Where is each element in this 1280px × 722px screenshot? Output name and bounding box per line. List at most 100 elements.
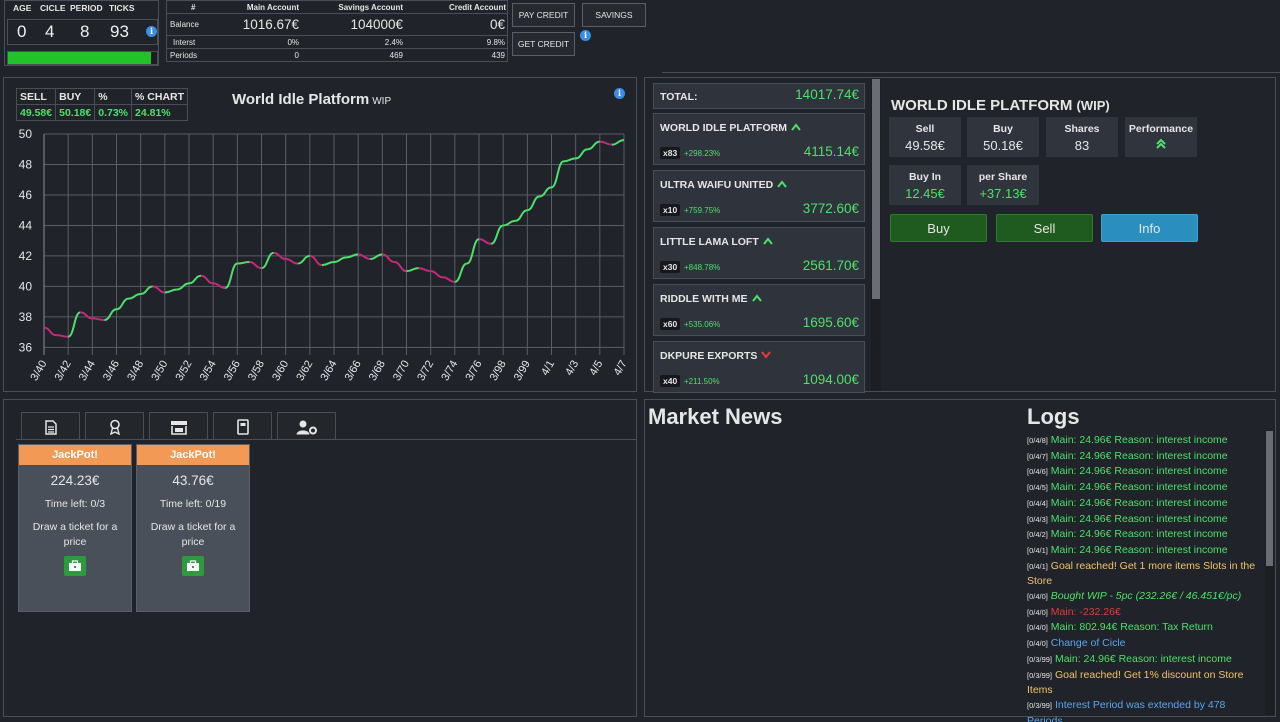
tick-progress-bar (7, 51, 158, 65)
log-entry: [0/3/99] Goal reached! Get 1% discount o… (1027, 668, 1263, 698)
jackpot-card-time: Time left: 0/3 (44, 498, 106, 510)
log-timestamp: [0/4/4] (1027, 498, 1048, 508)
buy-value: 50.18€ (55, 104, 96, 121)
price-line-segment (406, 267, 419, 273)
stock-name-text: RIDDLE WITH ME (660, 293, 748, 305)
accounts-header-row: # Main Account Savings Account Credit Ac… (167, 1, 507, 14)
detail-pershare-value: +37.13€ (979, 186, 1027, 201)
savings-button[interactable]: SAVINGS (582, 3, 646, 27)
jackpot-card-title: JackPot! (137, 445, 249, 465)
price-line-segment (188, 274, 202, 285)
log-message: Main: 24.96€ Reason: interest income (1050, 528, 1228, 541)
x-tick-label: 3/52 (173, 359, 194, 384)
tab-achievements[interactable] (85, 412, 144, 440)
price-line-segment (551, 160, 565, 189)
credit-info-icon[interactable]: i (580, 30, 591, 41)
stock-gain-pct: +298.23% (684, 149, 721, 158)
stock-item[interactable]: WORLD IDLE PLATFORM x83 +298.23% 4115.14€ (653, 113, 865, 165)
price-line-segment (261, 251, 274, 270)
stock-list-scroll-thumb[interactable] (872, 79, 880, 299)
log-entry: [0/4/0] Change of Cicle (1027, 636, 1263, 652)
price-line-segment (200, 274, 214, 285)
buy-button[interactable]: Buy (890, 214, 987, 242)
stock-item[interactable]: LITTLE LAMA LOFT x30 +848.78% 2561.70€ (653, 227, 865, 279)
y-tick-label: 50 (19, 127, 33, 141)
price-line-segment (454, 262, 468, 283)
log-timestamp: [0/4/0] (1027, 623, 1048, 633)
briefcase-icon (69, 560, 81, 571)
price-line-segment (80, 311, 93, 320)
log-entry: [0/4/0] Main: 802.94€ Reason: Tax Return (1027, 620, 1263, 636)
detail-buy-label: Buy (993, 123, 1013, 135)
x-tick-label: 3/46 (101, 359, 122, 384)
age-value: 0 (17, 22, 27, 41)
jackpot-card-amount: 43.76€ (172, 473, 214, 488)
log-message: Main: 24.96€ Reason: interest income (1050, 512, 1228, 525)
interest-row: Interst 0% 2.4% 9.8% (167, 36, 507, 49)
savings-account-header: Savings Account (338, 3, 403, 12)
main-periods: 0 (294, 51, 299, 60)
stock-item[interactable]: ULTRA WAIFU UNITED x10 +759.75% 3772.60€ (653, 170, 865, 222)
stock-list-scrollbar[interactable] (871, 78, 881, 391)
price-line-segment (164, 288, 177, 294)
chart-info-icon[interactable]: i (614, 88, 625, 99)
tick-progress-fill (8, 52, 152, 64)
log-timestamp: [0/4/0] (1027, 639, 1048, 649)
pct-value: 0.73% (94, 104, 133, 121)
stock-item[interactable]: RIDDLE WITH ME x60 +535.06% 1695.60€ (653, 284, 865, 336)
log-message: Main: 24.96€ Reason: interest income (1050, 465, 1228, 478)
log-entry: [0/4/1] Goal reached! Get 1 more items S… (1027, 559, 1263, 589)
tab-store[interactable] (149, 412, 208, 440)
total-label: TOTAL: (660, 91, 698, 103)
log-timestamp: [0/4/5] (1027, 483, 1048, 493)
portfolio-panel: TOTAL: 14017.74€ WORLD IDLE PLATFORM x83 +… (644, 77, 1276, 393)
x-tick-label: 3/68 (367, 359, 388, 384)
log-entry: [0/4/5] Main: 24.96€ Reason: interest in… (1027, 480, 1263, 496)
y-tick-label: 40 (19, 279, 33, 293)
periods-label: Periods (170, 51, 198, 60)
main-account-header: Main Account (246, 3, 299, 12)
log-scrollbar[interactable] (1265, 430, 1274, 715)
x-tick-label: 3/44 (77, 359, 98, 384)
draw-ticket-button[interactable] (182, 556, 204, 576)
sell-header: SELL (15, 88, 57, 105)
chart-title-tag: WIP (372, 96, 392, 107)
accounts-table: # Main Account Savings Account Credit Ac… (166, 0, 508, 62)
chart-title-text: World Idle Platform (232, 91, 370, 108)
get-credit-button[interactable]: GET CREDIT (512, 32, 575, 56)
log-timestamp: [0/3/99] (1027, 670, 1053, 680)
jackpot-card-title: JackPot! (19, 445, 131, 465)
info-button[interactable]: Info (1101, 214, 1198, 242)
price-line-segment (249, 261, 262, 270)
market-news-title: Market News (648, 404, 783, 429)
log-entry: [0/4/3] Main: 24.96€ Reason: interest in… (1027, 512, 1263, 528)
stock-item[interactable]: DKPURE EXPORTS x40 +211.50% 1094.00€ (653, 341, 865, 393)
file-icon (45, 420, 57, 435)
tab-documents[interactable] (21, 412, 80, 440)
savings-interest: 2.4% (384, 38, 403, 47)
draw-ticket-button[interactable] (64, 556, 86, 576)
news-logs-panel: Market News Logs [0/4/8] Main: 24.96€ Re… (644, 399, 1276, 722)
x-tick-label: 3/60 (270, 359, 291, 384)
detail-buy-value: 50.18€ (983, 138, 1023, 153)
price-line-segment (116, 297, 129, 311)
sell-button[interactable]: Sell (996, 214, 1093, 242)
detail-shares-value: 83 (1074, 138, 1090, 153)
credit-account-header: Credit Account (448, 3, 506, 12)
price-line-segment (128, 293, 141, 300)
price-chart: 36 38 40 42 44 46 48 50 3/40 3/42 3/44 3/46 3/48 3/50… (19, 127, 630, 384)
log-timestamp: [0/4/8] (1027, 436, 1048, 445)
tab-user-settings[interactable] (277, 412, 336, 440)
x-tick-label: 3/98 (488, 358, 509, 383)
stock-value: 1695.60€ (802, 315, 859, 330)
pay-credit-button[interactable]: PAY CREDIT (512, 3, 575, 27)
stock-gain-pct: +848.78% (684, 263, 721, 272)
detail-sell-value: 49.58€ (905, 138, 945, 153)
tab-book[interactable] (213, 412, 272, 440)
log-scroll-thumb[interactable] (1266, 431, 1273, 566)
x-tick-label: 3/64 (318, 359, 339, 384)
price-line-segment (333, 256, 347, 264)
price-line-segment (56, 334, 69, 338)
log-entry: [0/3/99] Main: 24.96€ Reason: interest i… (1027, 652, 1263, 668)
counters-info-icon[interactable]: i (146, 26, 157, 37)
